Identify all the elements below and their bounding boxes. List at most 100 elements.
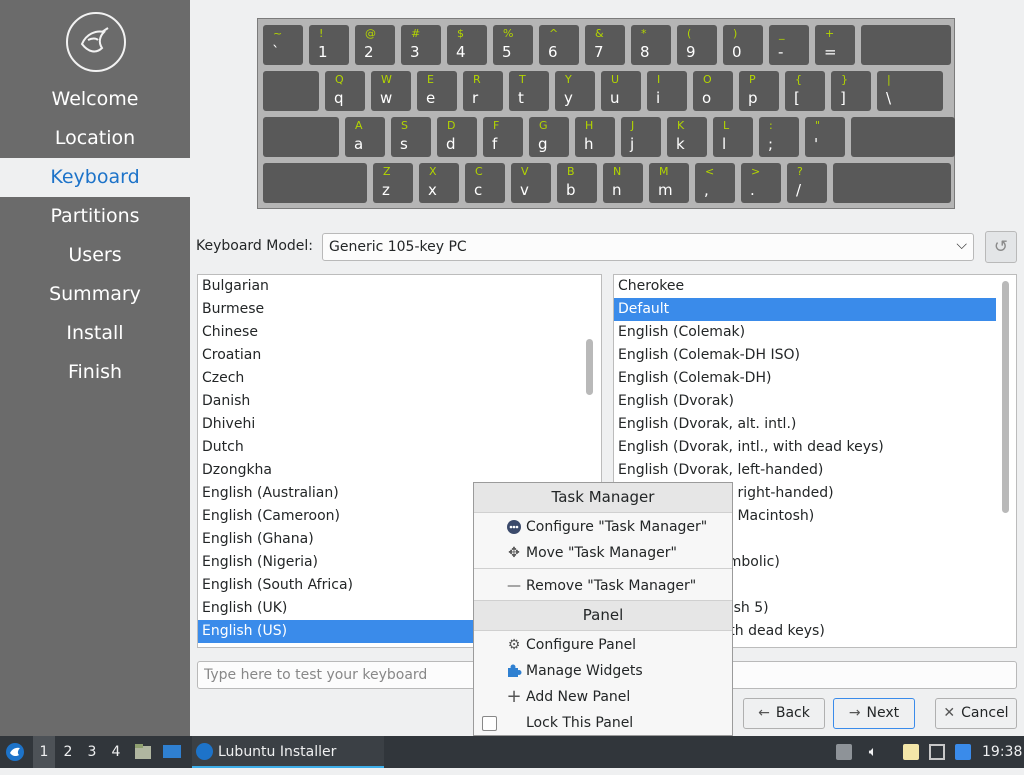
list-item[interactable]: Cherokee [614, 275, 996, 298]
list-item[interactable]: Czech [198, 367, 474, 390]
key-shift-label: @ [365, 27, 376, 40]
desktop-3[interactable]: 3 [81, 736, 103, 768]
back-button[interactable]: ← Back [743, 698, 825, 729]
key-label: 9 [686, 43, 696, 61]
keyboard-model-label: Keyboard Model: [196, 238, 314, 254]
cancel-label: Cancel [961, 705, 1009, 721]
key: " ' [805, 117, 845, 157]
list-item[interactable]: English (Dvorak, alt. intl.) [614, 413, 996, 436]
menu-item-manage-widgets[interactable]: Manage Widgets [474, 658, 732, 684]
key-shift-label: : [769, 119, 773, 132]
key-shift-label: ? [797, 165, 803, 178]
menu-item-configure-panel[interactable]: ⚙ Configure Panel [474, 632, 732, 658]
key-shift-label: ^ [549, 27, 559, 40]
list-item[interactable]: Dutch [198, 436, 474, 459]
key-shift-label: A [355, 119, 363, 132]
key-label: . [750, 181, 755, 199]
key-label: w [380, 89, 393, 107]
key: Ss [391, 117, 431, 157]
list-item[interactable]: English (Ghana) [198, 528, 474, 551]
start-menu-button[interactable] [4, 736, 30, 768]
key: Yy [555, 71, 595, 111]
taskbar-app-lubuntu-installer[interactable]: Lubuntu Installer [192, 736, 384, 768]
menu-item-lock-panel[interactable]: Lock This Panel [474, 710, 732, 736]
key-shift-label: Y [565, 73, 572, 86]
key-shift-label: U [611, 73, 620, 86]
key-label: = [824, 43, 837, 61]
list-item[interactable]: English (Cameroon) [198, 505, 474, 528]
key-shift-label: _ [779, 27, 785, 40]
list-item[interactable]: English (Dvorak, left-handed) [614, 459, 996, 482]
update-notifier-icon[interactable] [955, 744, 971, 760]
list-item[interactable]: Chinese [198, 321, 474, 344]
key-label: c [474, 181, 483, 199]
list-item[interactable]: Default [614, 298, 996, 321]
key-shift-label: G [539, 119, 548, 132]
key-shift-label: ~ [273, 27, 283, 40]
key: Vv [511, 163, 551, 203]
menu-divider [474, 630, 732, 631]
desktop-1[interactable]: 1 [33, 736, 55, 768]
list-item[interactable]: English (UK) [198, 597, 474, 620]
desktop-4[interactable]: 4 [105, 736, 127, 768]
list-item[interactable]: Danish [198, 390, 474, 413]
key-shift-label: N [613, 165, 622, 178]
list-item[interactable]: Dzongkha [198, 459, 474, 482]
key-label: 3 [410, 43, 420, 61]
key-shift-label: H [585, 119, 594, 132]
scrollbar-thumb[interactable] [1002, 281, 1009, 513]
key-shift-label: O [703, 73, 712, 86]
panel-context-menu: Task Manager Configure "Task Manager" ✥ … [473, 482, 733, 736]
list-item[interactable]: Burmese [198, 298, 474, 321]
list-item[interactable]: English (South Africa) [198, 574, 474, 597]
network-icon[interactable] [929, 744, 945, 760]
list-item[interactable]: English (Colemak) [614, 321, 996, 344]
list-item[interactable]: English (Dvorak, intl., with dead keys) [614, 436, 996, 459]
menu-item-configure-task-manager[interactable]: Configure "Task Manager" [474, 514, 732, 540]
list-item[interactable]: English (US) [198, 620, 474, 643]
next-button[interactable]: → Next [833, 698, 915, 729]
reset-model-button[interactable]: ↺ [985, 231, 1017, 263]
list-item[interactable]: English (Colemak-DH ISO) [614, 344, 996, 367]
lock-panel-checkbox[interactable] [482, 716, 497, 731]
sidebar: Welcome Location Keyboard Partitions Use… [0, 0, 190, 736]
scrollbar-thumb[interactable] [586, 339, 593, 395]
key-label: x [428, 181, 437, 199]
desktop-2[interactable]: 2 [57, 736, 79, 768]
menu-item-add-new-panel[interactable]: + Add New Panel [474, 684, 732, 710]
list-item[interactable]: Croatian [198, 344, 474, 367]
key: Ii [647, 71, 687, 111]
sidebar-item-welcome: Welcome [51, 88, 139, 110]
list-item[interactable]: Dhivehi [198, 413, 474, 436]
list-item[interactable]: English (Australian) [198, 482, 474, 505]
list-item[interactable]: English (Colemak-DH) [614, 367, 996, 390]
clock[interactable]: 19:38 [982, 736, 1022, 768]
list-item[interactable]: English (Dvorak) [614, 390, 996, 413]
lubuntu-logo-icon [66, 12, 126, 72]
file-manager-icon[interactable] [134, 736, 154, 768]
list-item[interactable]: English (Nigeria) [198, 551, 474, 574]
key-label: ; [768, 135, 774, 153]
key-label: q [334, 89, 344, 107]
key: Tt [509, 71, 549, 111]
volume-icon[interactable]: 🔈︎ [864, 736, 882, 768]
key-shift-label: $ [457, 27, 464, 40]
key: ) 0 [723, 25, 763, 65]
menu-item-move-task-manager[interactable]: ✥ Move "Task Manager" [474, 540, 732, 566]
show-desktop-icon[interactable] [162, 736, 184, 768]
cancel-button[interactable]: ✕ Cancel [935, 698, 1017, 729]
variant-list-scrollbar[interactable] [1000, 275, 1012, 647]
key-shift-label: C [475, 165, 483, 178]
key-label: - [778, 43, 784, 61]
clipboard-icon[interactable] [903, 744, 919, 760]
menu-item-remove-task-manager[interactable]: — Remove "Task Manager" [474, 573, 732, 599]
key-label: , [704, 181, 709, 199]
keyboard-model-select[interactable]: Generic 105-key PC ⌵ [322, 233, 974, 261]
list-item[interactable]: Bulgarian [198, 275, 474, 298]
key-shift-label: M [659, 165, 669, 178]
key: | \ [877, 71, 943, 111]
sidebar-item-summary: Summary [49, 283, 141, 305]
eject-icon[interactable] [836, 744, 852, 760]
key: Gg [529, 117, 569, 157]
key-label: b [566, 181, 576, 199]
